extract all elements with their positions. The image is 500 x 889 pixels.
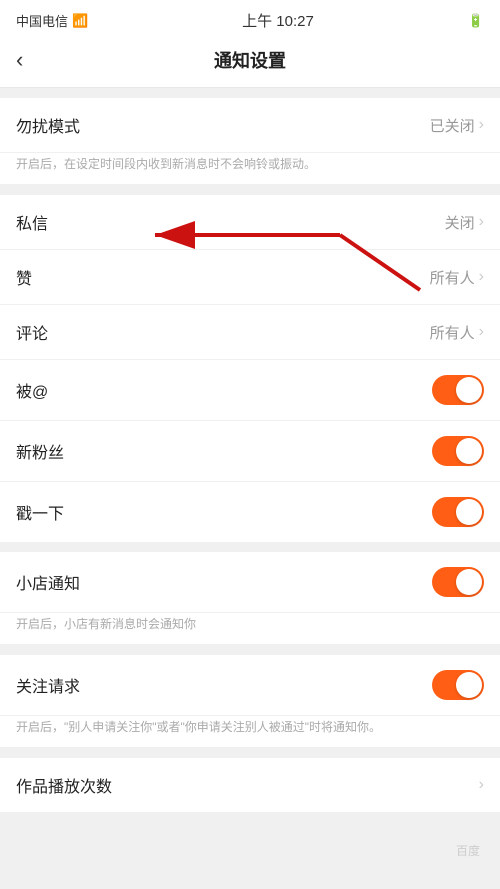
- back-button[interactable]: ‹: [16, 49, 23, 71]
- watermark: 百度: [456, 842, 480, 859]
- section-gap-5: [0, 748, 500, 758]
- like-value: 所有人: [430, 267, 475, 288]
- playcount-group: 作品播放次数 ›: [0, 758, 500, 812]
- follow-request-label: 关注请求: [16, 673, 80, 697]
- comment-chevron: ›: [479, 323, 484, 341]
- at-label: 被@: [16, 378, 48, 402]
- wifi-icon: 📶: [72, 13, 88, 29]
- notifications-group: 私信 关闭 › 赞 所有人 › 评论 所有人 › 被@: [0, 195, 500, 542]
- follow-request-item[interactable]: 关注请求: [0, 655, 500, 716]
- section-gap-2: [0, 185, 500, 195]
- private-message-chevron: ›: [479, 213, 484, 231]
- shop-notice-item[interactable]: 小店通知: [0, 552, 500, 613]
- follow-request-toggle[interactable]: [432, 670, 484, 700]
- comment-right: 所有人 ›: [430, 322, 484, 343]
- section-gap-4: [0, 645, 500, 655]
- shake-toggle[interactable]: [432, 497, 484, 527]
- shop-notice-toggle[interactable]: [432, 567, 484, 597]
- shake-label: 戳一下: [16, 500, 64, 524]
- like-label: 赞: [16, 265, 32, 289]
- status-left: 中国电信 📶: [16, 11, 88, 30]
- comment-label: 评论: [16, 320, 48, 344]
- dnd-mode-value: 已关闭: [430, 115, 475, 136]
- private-message-item[interactable]: 私信 关闭 ›: [0, 195, 500, 250]
- at-toggle[interactable]: [432, 375, 484, 405]
- like-chevron: ›: [479, 268, 484, 286]
- shop-notice-label: 小店通知: [16, 570, 80, 594]
- follow-group: 关注请求 开启后，"别人申请关注你"或者"你申请关注别人被通过"时将通知你。: [0, 655, 500, 748]
- play-count-right: ›: [479, 776, 484, 794]
- header: ‹ 通知设置: [0, 37, 500, 88]
- dnd-chevron-icon: ›: [479, 116, 484, 134]
- follow-hint: 开启后，"别人申请关注你"或者"你申请关注别人被通过"时将通知你。: [0, 716, 500, 748]
- like-item[interactable]: 赞 所有人 ›: [0, 250, 500, 305]
- time-display: 上午 10:27: [242, 10, 314, 31]
- page-wrapper: 中国电信 📶 上午 10:27 🔋 ‹ 通知设置 勿扰模式 已关闭 › 开启后，…: [0, 0, 500, 889]
- carrier-text: 中国电信: [16, 11, 68, 30]
- shop-hint: 开启后，小店有新消息时会通知你: [0, 613, 500, 645]
- shop-group: 小店通知 开启后，小店有新消息时会通知你: [0, 552, 500, 645]
- comment-item[interactable]: 评论 所有人 ›: [0, 305, 500, 360]
- dnd-mode-label: 勿扰模式: [16, 113, 80, 137]
- shake-item[interactable]: 戳一下: [0, 482, 500, 542]
- private-message-right: 关闭 ›: [445, 212, 484, 233]
- section-gap-3: [0, 542, 500, 552]
- dnd-mode-right: 已关闭 ›: [430, 115, 484, 136]
- like-right: 所有人 ›: [430, 267, 484, 288]
- new-fans-toggle[interactable]: [432, 436, 484, 466]
- dnd-group: 勿扰模式 已关闭 › 开启后，在设定时间段内收到新消息时不会响铃或振动。: [0, 98, 500, 185]
- play-count-chevron: ›: [479, 776, 484, 794]
- status-bar: 中国电信 📶 上午 10:27 🔋: [0, 0, 500, 37]
- private-message-value: 关闭: [445, 212, 475, 233]
- page-title: 通知设置: [214, 47, 286, 73]
- battery-icon: 🔋: [468, 13, 484, 29]
- dnd-mode-item[interactable]: 勿扰模式 已关闭 ›: [0, 98, 500, 153]
- private-message-label: 私信: [16, 210, 48, 234]
- at-item[interactable]: 被@: [0, 360, 500, 421]
- play-count-label: 作品播放次数: [16, 773, 112, 797]
- comment-value: 所有人: [430, 322, 475, 343]
- play-count-item[interactable]: 作品播放次数 ›: [0, 758, 500, 812]
- section-gap-1: [0, 88, 500, 98]
- new-fans-item[interactable]: 新粉丝: [0, 421, 500, 482]
- status-right: 🔋: [468, 13, 484, 29]
- new-fans-label: 新粉丝: [16, 439, 64, 463]
- dnd-hint: 开启后，在设定时间段内收到新消息时不会响铃或振动。: [0, 153, 500, 185]
